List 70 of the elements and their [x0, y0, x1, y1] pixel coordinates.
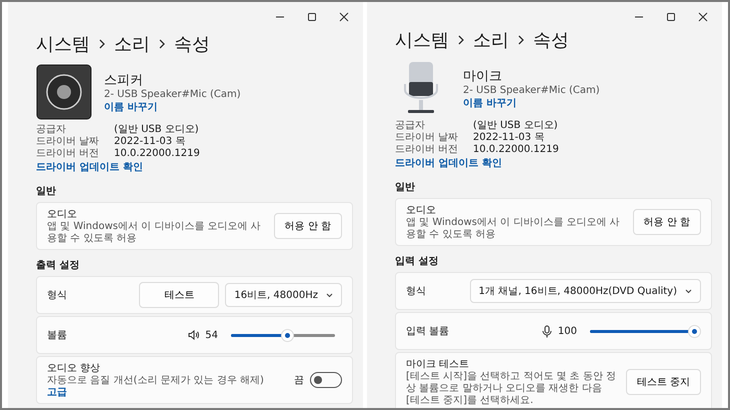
chevron-icon [159, 39, 165, 49]
maximize-icon[interactable] [307, 12, 317, 22]
toggle-switch[interactable] [310, 372, 342, 388]
volume-reading: 54 [205, 330, 218, 340]
section-title: 일반 [36, 185, 57, 198]
setting-label: 입력 볼륨 [406, 325, 450, 338]
volume-reading: 100 [558, 326, 577, 336]
setting-description: 앱 및 Windows에서 이 디바이스를 오디오에 사용할 수 있도록 허용 [47, 221, 262, 245]
breadcrumb-item[interactable]: 시스템 [36, 32, 90, 56]
info-label: 드라이버 날짜 [395, 132, 460, 144]
chevron-icon [99, 39, 105, 49]
dropdown-value: 16비트, 48000Hz [234, 289, 318, 302]
section-title: 출력 설정 [36, 259, 80, 272]
speaker-icon [36, 64, 92, 120]
setting-label: 볼륨 [47, 329, 67, 342]
setting-description: 앱 및 Windows에서 이 디바이스를 오디오에 사용할 수 있도록 허용 [406, 217, 621, 241]
info-value: 2022-11-03 목 [473, 132, 546, 144]
rename-link[interactable]: 이름 바꾸기 [463, 96, 600, 110]
action-button[interactable]: 허용 안 함 [274, 213, 342, 239]
slider-thumb[interactable] [688, 326, 700, 336]
info-label: 공급자 [36, 124, 67, 136]
info-label: 드라이버 버전 [36, 148, 100, 160]
setting-description: 자동으로 음질 개선(소리 문제가 있는 경우 해제) 고급 [47, 375, 265, 399]
caret-icon [326, 292, 333, 298]
rename-link[interactable]: 이름 바꾸기 [104, 100, 241, 114]
setting-label: 형식 [406, 285, 426, 298]
device-model: 2- USB Speaker#Mic (Cam) [463, 84, 600, 96]
info-value: 2022-11-03 목 [114, 136, 186, 148]
setting-description: [테스트 시작]을 선택하고 적어도 몇 초 동안 정상 볼륨으로 말하거나 오디오를 재생한 다음 [테스트 중지]를 선택하세요. [406, 371, 618, 407]
dropdown-value: 1개 채널, 16비트, 48000Hz(DVD Quality) [478, 285, 677, 298]
info-label: 드라이버 버전 [395, 144, 460, 156]
section-title: 일반 [395, 181, 416, 194]
format-dropdown[interactable]: 1개 채널, 16비트, 48000Hz(DVD Quality) [470, 279, 701, 303]
microphone-icon[interactable] [542, 324, 552, 338]
device-name: 마이크 [463, 68, 503, 84]
toggle-state-label: 끔 [294, 374, 304, 387]
info-value: (일반 USB 오디오) [114, 124, 200, 136]
maximize-icon[interactable] [666, 12, 676, 22]
driver-update-link[interactable]: 드라이버 업데이트 확인 [395, 156, 712, 170]
chevron-icon [458, 35, 464, 45]
breadcrumb-item[interactable]: 소리 [473, 28, 509, 52]
format-dropdown[interactable]: 16비트, 48000Hz [225, 283, 342, 307]
caret-icon [685, 288, 692, 294]
close-icon[interactable] [339, 12, 349, 22]
info-value: 10.0.22000.1219 [473, 144, 560, 156]
setting-title: 오디오 [47, 208, 78, 221]
close-icon[interactable] [698, 12, 708, 22]
info-label: 드라이버 날짜 [36, 136, 100, 148]
setting-title: 마이크 테스트 [406, 358, 470, 371]
action-button[interactable]: 테스트 중지 [626, 369, 701, 395]
info-value: (일반 USB 오디오) [473, 120, 559, 132]
slider-thumb[interactable] [282, 330, 293, 340]
device-model: 2- USB Speaker#Mic (Cam) [104, 88, 241, 100]
breadcrumb-item: 속성 [533, 29, 569, 52]
setting-title: 오디오 [406, 204, 437, 217]
speaker-icon[interactable] [188, 330, 200, 340]
info-label: 공급자 [395, 120, 426, 132]
breadcrumb-item: 속성 [174, 33, 210, 56]
driver-update-link[interactable]: 드라이버 업데이트 확인 [36, 160, 353, 174]
advanced-link[interactable]: 고급 [47, 387, 67, 398]
action-button[interactable]: 허용 안 함 [632, 209, 701, 235]
setting-title: 오디오 향상 [47, 362, 102, 375]
breadcrumb-item[interactable]: 시스템 [395, 28, 449, 52]
chevron-icon [518, 35, 524, 45]
test-button[interactable]: 테스트 [139, 282, 220, 308]
breadcrumb-item[interactable]: 소리 [114, 32, 150, 56]
device-name: 스피커 [104, 72, 144, 88]
section-title: 입력 설정 [395, 255, 440, 268]
setting-label: 형식 [47, 289, 67, 302]
info-value: 10.0.22000.1219 [114, 148, 201, 160]
